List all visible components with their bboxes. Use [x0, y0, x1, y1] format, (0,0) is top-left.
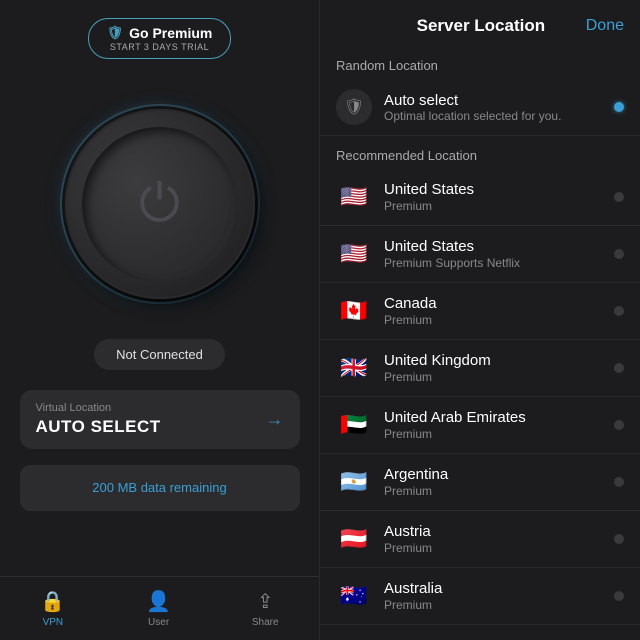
server-name-ar: Argentina — [384, 466, 614, 483]
power-button[interactable]: ⏻ — [65, 109, 255, 299]
server-info-us2: United States Premium Supports Netflix — [384, 238, 614, 270]
server-name-gb: United Kingdom — [384, 352, 614, 369]
data-remaining-box: 200 MB data remaining — [20, 465, 300, 511]
server-name-ca: Canada — [384, 295, 614, 312]
nav-share-label: Share — [252, 617, 279, 628]
vpn-panel: 🛡 Go Premium START 3 DAYS TRIAL ⏻ Not Co… — [0, 0, 320, 640]
flag-at: 🇦🇹 — [336, 521, 372, 557]
flag-gb: 🇬🇧 — [336, 350, 372, 386]
panel-header: Server Location Done — [320, 0, 640, 46]
server-item-us1[interactable]: 🇺🇸 United States Premium — [320, 169, 640, 226]
done-button[interactable]: Done — [586, 17, 624, 35]
server-dot-us2 — [614, 249, 624, 259]
server-item-at[interactable]: 🇦🇹 Austria Premium — [320, 511, 640, 568]
premium-sublabel: START 3 DAYS TRIAL — [110, 42, 209, 52]
server-sub-ar: Premium — [384, 484, 614, 498]
flag-ae: 🇦🇪 — [336, 407, 372, 443]
auto-select-dot — [614, 102, 624, 112]
server-item-ca[interactable]: 🇨🇦 Canada Premium — [320, 283, 640, 340]
go-premium-button[interactable]: 🛡 Go Premium START 3 DAYS TRIAL — [88, 18, 232, 59]
virtual-location-value: AUTO SELECT — [36, 417, 161, 437]
power-icon: ⏻ — [139, 178, 180, 230]
server-dot-at — [614, 534, 624, 544]
server-name-at: Austria — [384, 523, 614, 540]
server-sub-us1: Premium — [384, 199, 614, 213]
server-info-us1: United States Premium — [384, 181, 614, 213]
server-info-au: Australia Premium — [384, 580, 614, 612]
server-item-us2[interactable]: 🇺🇸 United States Premium Supports Netfli… — [320, 226, 640, 283]
bottom-navigation: 🔒 VPN 👤 User ⇪ Share — [0, 576, 319, 640]
server-dot-ca — [614, 306, 624, 316]
auto-select-name: Auto select — [384, 92, 614, 109]
nav-vpn[interactable]: 🔒 VPN — [40, 589, 65, 628]
power-button-container: ⏻ — [65, 109, 255, 299]
server-location-panel: Server Location Done Random Location 🛡 A… — [320, 0, 640, 640]
server-info-ae: United Arab Emirates Premium — [384, 409, 614, 441]
server-info-ca: Canada Premium — [384, 295, 614, 327]
nav-user-label: User — [148, 617, 169, 628]
flag-us2: 🇺🇸 — [336, 236, 372, 272]
server-dot-ae — [614, 420, 624, 430]
flag-ar: 🇦🇷 — [336, 464, 372, 500]
connection-status-badge: Not Connected — [94, 339, 225, 370]
server-dot-au — [614, 591, 624, 601]
flag-au: 🇦🇺 — [336, 578, 372, 614]
auto-select-item[interactable]: 🛡 Auto select Optimal location selected … — [320, 79, 640, 136]
nav-user[interactable]: 👤 User — [146, 589, 171, 628]
server-sub-gb: Premium — [384, 370, 614, 384]
lock-icon: 🔒 — [40, 589, 65, 614]
arrow-right-icon: → — [266, 409, 284, 430]
server-name-us2: United States — [384, 238, 614, 255]
recommended-location-section: Recommended Location — [320, 136, 640, 169]
server-sub-at: Premium — [384, 541, 614, 555]
virtual-location-selector[interactable]: Virtual Location AUTO SELECT → — [20, 390, 300, 449]
server-info-ar: Argentina Premium — [384, 466, 614, 498]
server-info-at: Austria Premium — [384, 523, 614, 555]
server-sub-au: Premium — [384, 598, 614, 612]
server-list: Random Location 🛡 Auto select Optimal lo… — [320, 46, 640, 640]
server-name-au: Australia — [384, 580, 614, 597]
flag-us1: 🇺🇸 — [336, 179, 372, 215]
panel-title: Server Location — [376, 16, 586, 36]
server-name-us1: United States — [384, 181, 614, 198]
shield-icon: 🛡 — [107, 25, 124, 41]
server-sub-ae: Premium — [384, 427, 614, 441]
data-remaining-text: 200 MB data remaining — [92, 480, 226, 495]
server-item-ar[interactable]: 🇦🇷 Argentina Premium — [320, 454, 640, 511]
server-info-gb: United Kingdom Premium — [384, 352, 614, 384]
nav-vpn-label: VPN — [43, 617, 64, 628]
server-dot-ar — [614, 477, 624, 487]
auto-select-info: Auto select Optimal location selected fo… — [384, 92, 614, 123]
random-location-section: Random Location — [320, 46, 640, 79]
share-icon: ⇪ — [257, 589, 274, 614]
server-item-gb[interactable]: 🇬🇧 United Kingdom Premium — [320, 340, 640, 397]
power-inner: ⏻ — [82, 127, 237, 282]
auto-select-sub: Optimal location selected for you. — [384, 109, 614, 123]
server-dot-gb — [614, 363, 624, 373]
nav-share[interactable]: ⇪ Share — [252, 589, 279, 628]
server-sub-ca: Premium — [384, 313, 614, 327]
user-icon: 👤 — [146, 589, 171, 614]
server-sub-us2: Premium Supports Netflix — [384, 256, 614, 270]
server-item-au[interactable]: 🇦🇺 Australia Premium — [320, 568, 640, 625]
flag-ca: 🇨🇦 — [336, 293, 372, 329]
server-dot-us1 — [614, 192, 624, 202]
auto-select-icon: 🛡 — [336, 89, 372, 125]
connection-status-text: Not Connected — [116, 347, 203, 362]
premium-label: Go Premium — [129, 25, 212, 41]
server-item-ae[interactable]: 🇦🇪 United Arab Emirates Premium — [320, 397, 640, 454]
server-name-ae: United Arab Emirates — [384, 409, 614, 426]
virtual-location-label: Virtual Location — [36, 402, 161, 414]
